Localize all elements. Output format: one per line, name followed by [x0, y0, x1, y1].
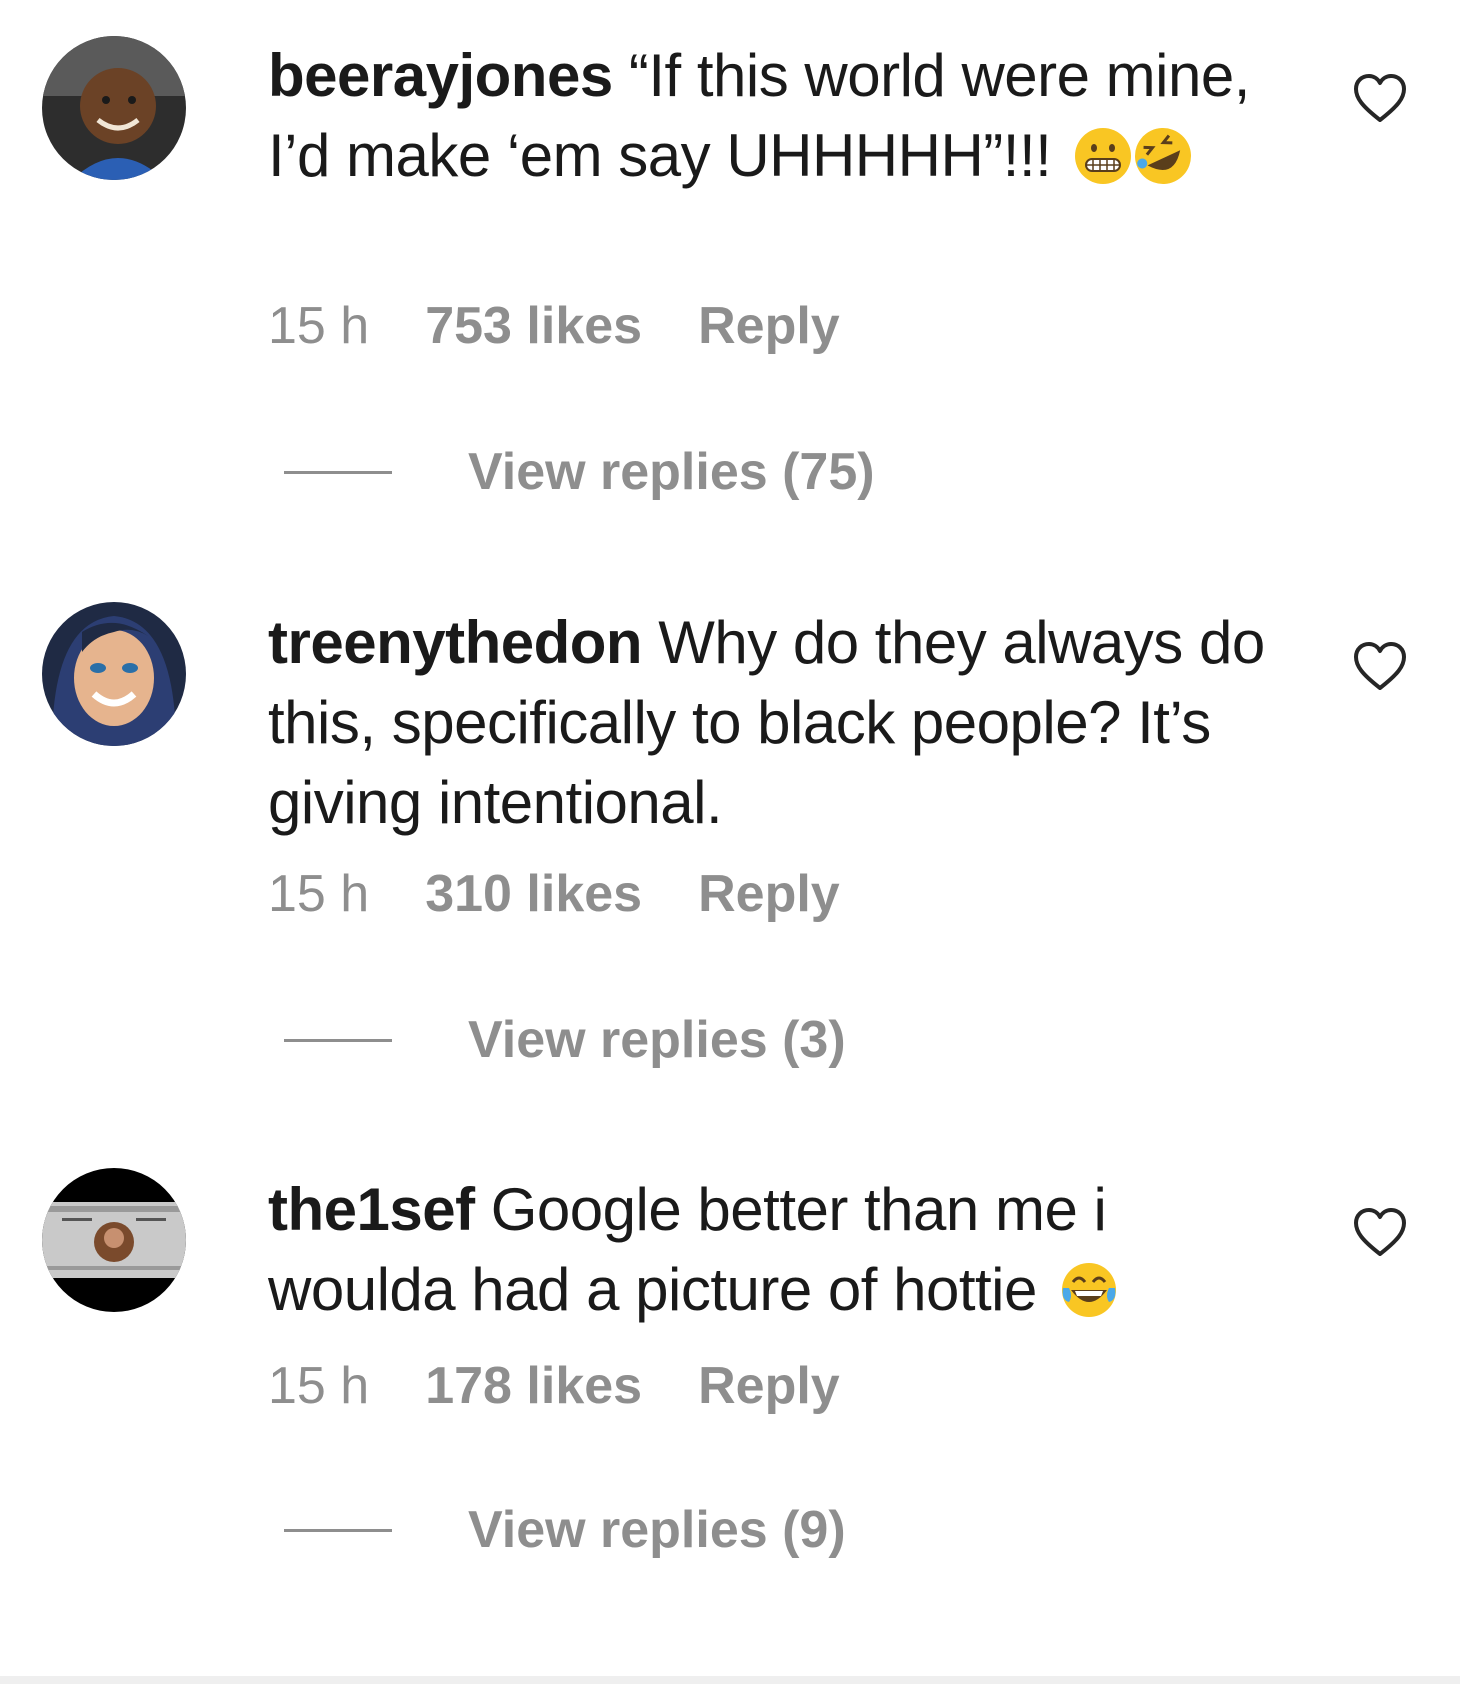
reply-button[interactable]: Reply: [698, 296, 840, 356]
likes-count[interactable]: 310 likes: [425, 864, 642, 924]
divider-line: [284, 470, 392, 474]
view-replies-button[interactable]: View replies (75): [284, 442, 875, 502]
comment-meta: 15 h 178 likes Reply: [268, 1356, 840, 1416]
username[interactable]: beerayjones: [268, 42, 613, 109]
avatar[interactable]: [42, 1168, 186, 1312]
avatar[interactable]: [42, 602, 186, 746]
username[interactable]: the1sef: [268, 1176, 475, 1243]
comment-meta: 15 h 753 likes Reply: [268, 296, 840, 356]
view-replies-label[interactable]: View replies (75): [468, 442, 875, 502]
likes-count[interactable]: 753 likes: [425, 296, 642, 356]
likes-count[interactable]: 178 likes: [425, 1356, 642, 1416]
divider-line: [284, 1038, 392, 1042]
comment-body: beerayjones “If this world were mine, I’…: [268, 36, 1288, 196]
tears-of-joy-face-icon: [1059, 1260, 1119, 1320]
bottom-divider: [0, 1676, 1460, 1684]
reply-button[interactable]: Reply: [698, 1356, 840, 1416]
timestamp: 15 h: [268, 297, 370, 355]
reply-button[interactable]: Reply: [698, 864, 840, 924]
view-replies-label[interactable]: View replies (3): [468, 1010, 846, 1070]
view-replies-button[interactable]: View replies (9): [284, 1500, 846, 1560]
like-heart-icon[interactable]: [1352, 640, 1408, 692]
view-replies-button[interactable]: View replies (3): [284, 1010, 846, 1070]
username[interactable]: treenythedon: [268, 609, 643, 676]
view-replies-label[interactable]: View replies (9): [468, 1500, 846, 1560]
rolling-laughing-face-icon: [1133, 126, 1193, 186]
comment-body: treenythedon Why do they always do this,…: [268, 603, 1288, 843]
comment-body: the1sef Google better than me i woulda h…: [268, 1170, 1288, 1330]
comment-meta: 15 h 310 likes Reply: [268, 864, 840, 924]
like-heart-icon[interactable]: [1352, 72, 1408, 124]
avatar[interactable]: [42, 36, 186, 180]
divider-line: [284, 1528, 392, 1532]
grimacing-face-icon: [1073, 126, 1133, 186]
timestamp: 15 h: [268, 1357, 370, 1415]
like-heart-icon[interactable]: [1352, 1206, 1408, 1258]
timestamp: 15 h: [268, 865, 370, 923]
